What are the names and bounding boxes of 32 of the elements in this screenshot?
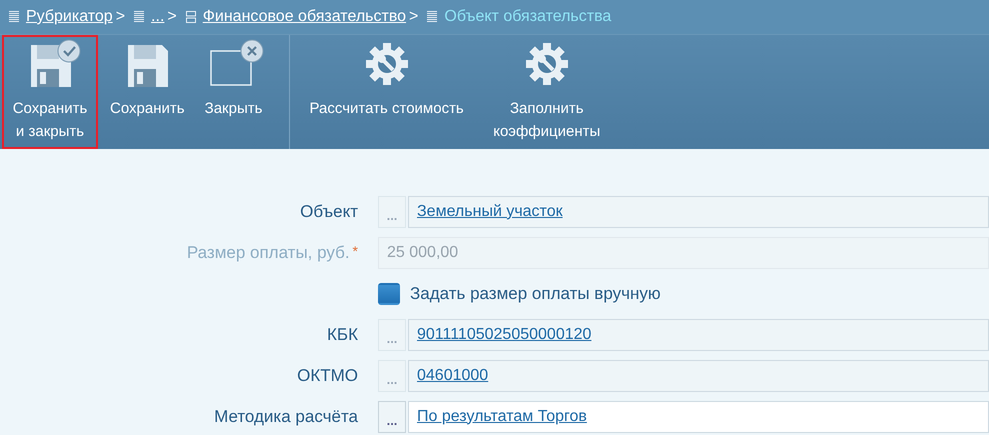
field-label: КБК <box>327 324 358 344</box>
toolbar-button[interactable]: Сохранить и закрыть <box>2 35 98 149</box>
breadcrumb-link[interactable]: Финансовое обязательство <box>202 8 406 26</box>
toolbar-button[interactable]: Закрыть <box>196 35 271 126</box>
checkbox[interactable] <box>378 282 400 304</box>
breadcrumb-current: Объект обязательства <box>444 8 612 26</box>
picker-button[interactable]: ... <box>378 400 406 432</box>
checkbox-label[interactable]: Задать размер оплаты вручную <box>410 284 661 304</box>
breadcrumb-link[interactable]: ... <box>151 8 164 26</box>
field-label: Методика расчёта <box>214 406 358 426</box>
breadcrumb-separator: > <box>116 8 126 26</box>
toolbar-button[interactable]: Заполнить коэффициенты <box>476 35 618 149</box>
value-link[interactable]: 04601000 <box>417 366 488 384</box>
breadcrumb-separator: > <box>409 8 418 26</box>
lookup-field[interactable]: 04601000 <box>408 360 989 392</box>
field-label: Объект <box>300 202 358 220</box>
table-icon <box>184 10 197 24</box>
breadcrumb-link[interactable]: Рубрикатор <box>26 8 113 26</box>
value-link[interactable]: По результатам Торгов <box>417 408 587 426</box>
toolbar-button[interactable]: Сохранить <box>104 35 191 126</box>
toolbar-button[interactable]: Рассчитать стоимость <box>304 35 470 126</box>
value-link[interactable]: Земельный участок <box>417 202 563 220</box>
lookup-field[interactable]: По результатам Торгов <box>408 400 989 432</box>
field-label: Размер оплаты, руб. * <box>186 242 358 262</box>
field-label: ОКТМО <box>297 366 358 384</box>
list-icon <box>8 10 20 24</box>
value-link[interactable]: 90111105025050000120 <box>417 326 592 344</box>
lookup-field[interactable]: Земельный участок <box>408 196 989 228</box>
list-icon <box>426 10 438 24</box>
list-icon <box>133 10 146 24</box>
breadcrumb-separator: > <box>167 8 177 26</box>
lookup-field[interactable]: 90111105025050000120 <box>408 318 989 350</box>
